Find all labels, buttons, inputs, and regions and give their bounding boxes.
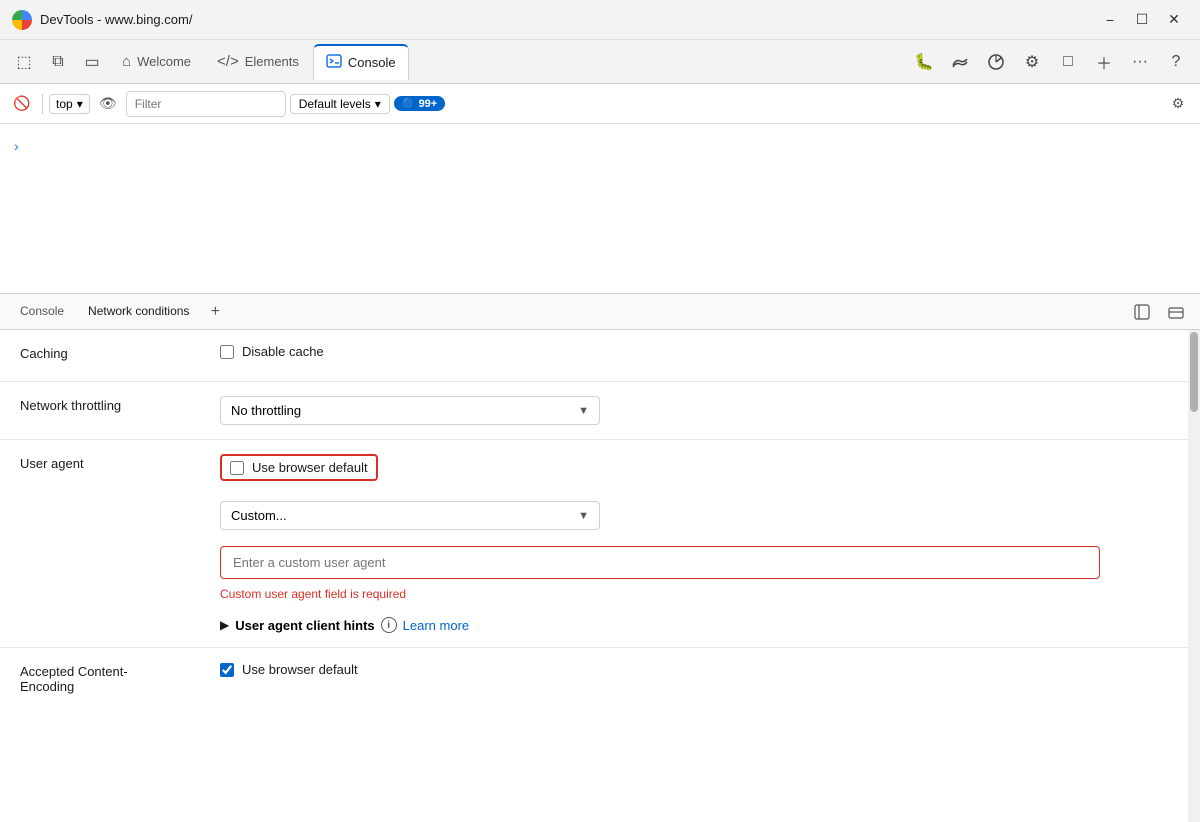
- add-panel-tab-button[interactable]: +: [201, 298, 229, 326]
- minimize-button[interactable]: −: [1096, 6, 1124, 34]
- disable-cache-row: Disable cache: [220, 344, 1168, 359]
- accepted-default-label[interactable]: Use browser default: [242, 662, 358, 677]
- close-button[interactable]: ✕: [1160, 6, 1188, 34]
- context-selector[interactable]: top ▾: [49, 94, 90, 114]
- clear-console-button[interactable]: 🚫: [8, 90, 36, 118]
- devtools-icon: [12, 10, 32, 30]
- log-level-selector[interactable]: Default levels ▾: [290, 94, 390, 114]
- accepted-content-control: Use browser default: [220, 662, 1168, 677]
- caching-control: Disable cache: [220, 344, 1168, 359]
- close-panel-icon[interactable]: [1160, 296, 1192, 328]
- console-icon: [326, 53, 342, 73]
- scrollbar-thumb[interactable]: [1190, 332, 1198, 412]
- use-browser-default-checkbox[interactable]: [230, 461, 244, 475]
- dock-icon[interactable]: [1126, 296, 1158, 328]
- user-agent-row: User agent Use browser default Custom...…: [0, 440, 1188, 648]
- panel-content: Caching Disable cache Network throttling…: [0, 330, 1200, 822]
- user-agent-label: User agent: [20, 454, 220, 471]
- console-toolbar: 🚫 top ▾ 👁 Default levels ▾ 🔵 99+ ⚙: [0, 84, 1200, 124]
- title-bar-text: DevTools - www.bing.com/: [40, 12, 1088, 27]
- caching-row: Caching Disable cache: [0, 330, 1188, 382]
- tab-welcome-label: Welcome: [137, 54, 191, 69]
- throttling-arrow-icon: ▼: [578, 405, 589, 417]
- scrollbar-track[interactable]: [1188, 330, 1200, 822]
- throttling-dropdown[interactable]: No throttling ▼: [220, 396, 600, 425]
- performance-icon[interactable]: [980, 46, 1012, 78]
- network-throttling-control: No throttling ▼: [220, 396, 1168, 425]
- custom-ua-dropdown[interactable]: Custom... ▼: [220, 501, 600, 530]
- accepted-default-checkbox[interactable]: [220, 663, 234, 677]
- bottom-panel: Console Network conditions + Caching Dis…: [0, 294, 1200, 822]
- throttling-value: No throttling: [231, 403, 301, 418]
- network-icon[interactable]: [944, 46, 976, 78]
- learn-more-link[interactable]: Learn more: [403, 618, 469, 633]
- add-tab-icon[interactable]: ＋: [1088, 46, 1120, 78]
- filter-input[interactable]: [126, 91, 286, 117]
- application-icon[interactable]: □: [1052, 46, 1084, 78]
- log-level-arrow-icon: ▾: [375, 97, 381, 111]
- console-expand-icon[interactable]: ›: [14, 138, 19, 154]
- tab-elements[interactable]: </> Elements: [205, 44, 311, 80]
- more-tabs-icon[interactable]: ···: [1124, 46, 1156, 78]
- elements-icon: </>: [217, 53, 239, 70]
- memory-icon[interactable]: ⚙: [1016, 46, 1048, 78]
- issues-icon: 🔵: [402, 98, 416, 110]
- main-tab-bar: ⬚ ⧉ ▭ ⌂ Welcome </> Elements Console 🐛 ⚙…: [0, 40, 1200, 84]
- context-label: top: [56, 97, 73, 111]
- help-icon[interactable]: ?: [1160, 46, 1192, 78]
- tab-network-conditions[interactable]: Network conditions: [76, 298, 201, 326]
- inspect-icon[interactable]: ⬚: [8, 46, 40, 78]
- welcome-icon: ⌂: [122, 53, 131, 70]
- network-throttling-label: Network throttling: [20, 396, 220, 413]
- hints-row: ▶ User agent client hints i Learn more: [220, 617, 1168, 633]
- issues-count: 99+: [419, 98, 438, 110]
- use-browser-default-label[interactable]: Use browser default: [252, 460, 368, 475]
- ua-error-text: Custom user agent field is required: [220, 587, 1168, 601]
- tab-bar-actions: 🐛 ⚙ □ ＋ ··· ?: [908, 46, 1192, 78]
- settings-button[interactable]: ⚙: [1164, 90, 1192, 118]
- device-emulation-icon[interactable]: ⧉: [42, 46, 74, 78]
- title-bar: DevTools - www.bing.com/ − ☐ ✕: [0, 0, 1200, 40]
- tab-elements-label: Elements: [245, 54, 299, 69]
- tab-console[interactable]: Console: [313, 44, 409, 80]
- hints-info-icon[interactable]: i: [381, 617, 397, 633]
- drawer-icon[interactable]: ▭: [76, 46, 108, 78]
- panel-actions: [1126, 296, 1192, 328]
- eye-icon[interactable]: 👁: [94, 90, 122, 118]
- caching-label: Caching: [20, 344, 220, 361]
- console-content: ›: [0, 124, 1200, 294]
- disable-cache-label[interactable]: Disable cache: [242, 344, 324, 359]
- custom-ua-arrow-icon: ▼: [578, 510, 589, 522]
- network-throttling-row: Network throttling No throttling ▼: [0, 382, 1188, 440]
- use-browser-default-wrapper: Use browser default: [220, 454, 378, 481]
- user-agent-control: Use browser default Custom... ▼ Custom u…: [220, 454, 1168, 633]
- tab-console-label: Console: [348, 55, 396, 70]
- bug-icon[interactable]: 🐛: [908, 46, 940, 78]
- context-arrow-icon: ▾: [77, 97, 83, 111]
- accepted-default-row: Use browser default: [220, 662, 1168, 677]
- hints-label: User agent client hints: [235, 618, 374, 633]
- custom-ua-value: Custom...: [231, 508, 287, 523]
- custom-ua-input-wrapper: [220, 546, 1168, 579]
- window-controls: − ☐ ✕: [1096, 6, 1188, 34]
- accepted-content-label: Accepted Content-Encoding: [20, 662, 220, 694]
- tab-console-panel[interactable]: Console: [8, 298, 76, 326]
- panel-tab-bar: Console Network conditions +: [0, 294, 1200, 330]
- accepted-content-row: Accepted Content-Encoding Use browser de…: [0, 648, 1188, 708]
- tab-welcome[interactable]: ⌂ Welcome: [110, 44, 203, 80]
- log-level-label: Default levels: [299, 97, 371, 111]
- hints-expand-icon[interactable]: ▶: [220, 618, 229, 632]
- maximize-button[interactable]: ☐: [1128, 6, 1156, 34]
- custom-ua-input[interactable]: [220, 546, 1100, 579]
- issues-badge[interactable]: 🔵 99+: [394, 96, 445, 111]
- divider-1: [42, 94, 43, 114]
- disable-cache-checkbox[interactable]: [220, 345, 234, 359]
